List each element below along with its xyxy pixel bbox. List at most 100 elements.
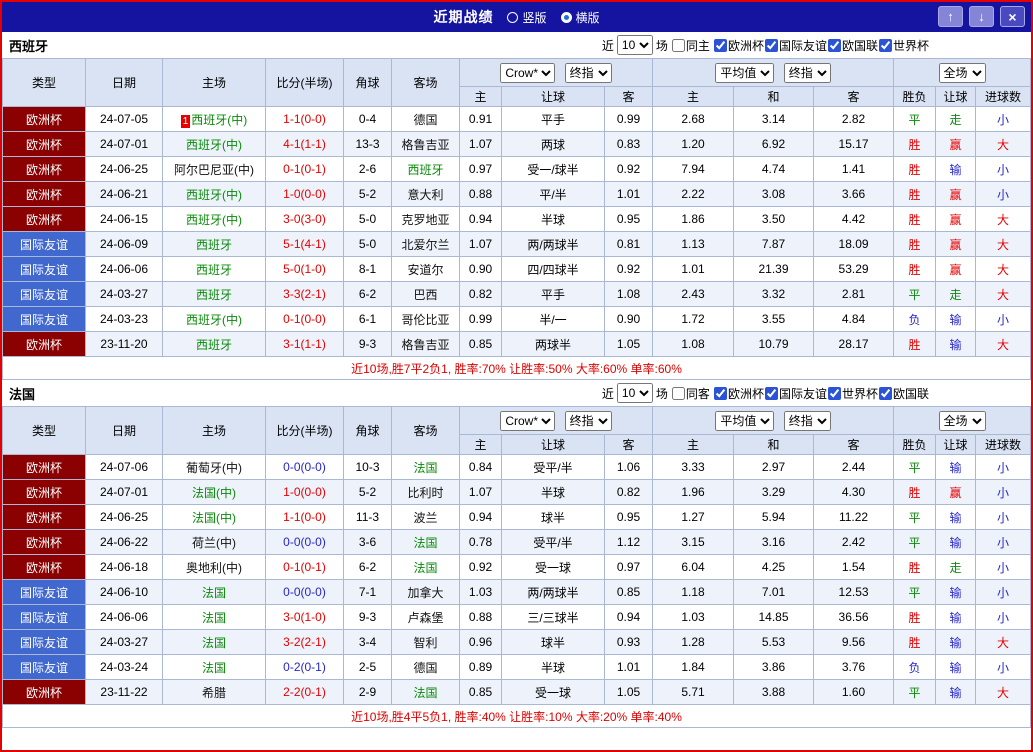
result-handicap: 走 [935, 106, 977, 132]
asia-company-select[interactable]: Crow* [500, 410, 556, 431]
same-venue-input[interactable] [671, 38, 685, 52]
competition-checkbox-input[interactable] [713, 38, 727, 52]
team-section-spain: 西班牙 近 10 场 同主 欧洲杯 国际友谊 欧国联 世界杯 类型 日期 主场 … [2, 32, 1031, 380]
scope-select[interactable]: 全场 [938, 410, 986, 431]
competition-checkbox-input[interactable] [713, 386, 727, 400]
home-team[interactable]: 奥地利(中) [162, 554, 266, 580]
euro-time-select[interactable]: 终指 [783, 62, 831, 83]
asia-home-odds: 0.88 [459, 604, 502, 630]
away-team[interactable]: 智利 [391, 629, 460, 655]
away-team[interactable]: 波兰 [391, 504, 460, 530]
home-team[interactable]: 西班牙 [162, 231, 266, 257]
away-team[interactable]: 意大利 [391, 181, 460, 207]
match-type: 欧洲杯 [2, 331, 86, 357]
match-count-select[interactable]: 10 [616, 383, 653, 403]
home-team[interactable]: 法国(中) [162, 479, 266, 505]
close-button[interactable]: × [1000, 6, 1025, 27]
away-team[interactable]: 格鲁吉亚 [391, 331, 460, 357]
euro-draw-odds: 3.88 [733, 679, 815, 705]
competition-checkbox-input[interactable] [827, 386, 841, 400]
home-team[interactable]: 西班牙(中) [162, 206, 266, 232]
away-team[interactable]: 德国 [391, 106, 460, 132]
away-team[interactable]: 法国 [391, 454, 460, 480]
competition-checkbox[interactable]: 国际友谊 [764, 385, 827, 402]
match-type: 欧洲杯 [2, 106, 86, 132]
euro-time-select[interactable]: 终指 [783, 410, 831, 431]
away-team[interactable]: 德国 [391, 654, 460, 680]
competition-checkbox[interactable]: 欧洲杯 [713, 37, 764, 54]
layout-radio-vertical[interactable]: 竖版 [507, 9, 547, 26]
competition-checkbox[interactable]: 欧国联 [878, 385, 929, 402]
home-team[interactable]: 阿尔巴尼亚(中) [162, 156, 266, 182]
filter-bar: 近 10 场 同客 欧洲杯 国际友谊 世界杯 欧国联 [602, 383, 929, 403]
same-venue-input[interactable] [671, 386, 685, 400]
competition-checkbox-input[interactable] [878, 38, 892, 52]
competition-checkbox[interactable]: 世界杯 [878, 37, 929, 54]
home-team[interactable]: 西班牙 [162, 281, 266, 307]
competition-checkbox-input[interactable] [827, 38, 841, 52]
home-team[interactable]: 西班牙(中) [162, 131, 266, 157]
down-arrow-button[interactable]: ↓ [969, 6, 994, 27]
result-goals: 小 [975, 579, 1031, 605]
away-team[interactable]: 法国 [391, 529, 460, 555]
home-team[interactable]: 西班牙 [162, 331, 266, 357]
euro-company-select[interactable]: 平均值 [715, 410, 775, 431]
asia-time-select[interactable]: 终指 [564, 62, 612, 83]
home-team[interactable]: 法国 [162, 654, 266, 680]
home-team[interactable]: 西班牙(中) [162, 306, 266, 332]
corners: 3-4 [343, 629, 392, 655]
same-venue-checkbox[interactable]: 同客 [671, 385, 710, 402]
away-team[interactable]: 北爱尔兰 [391, 231, 460, 257]
corners: 6-1 [343, 306, 392, 332]
match-type: 欧洲杯 [2, 529, 86, 555]
home-team[interactable]: 希腊 [162, 679, 266, 705]
competition-checkbox-input[interactable] [878, 386, 892, 400]
away-team[interactable]: 比利时 [391, 479, 460, 505]
corners: 5-0 [343, 231, 392, 257]
match-type: 国际友谊 [2, 629, 86, 655]
same-venue-checkbox[interactable]: 同主 [671, 37, 710, 54]
competition-checkbox-input[interactable] [764, 38, 778, 52]
home-team[interactable]: 西班牙 [162, 256, 266, 282]
away-team[interactable]: 克罗地亚 [391, 206, 460, 232]
scope-select[interactable]: 全场 [938, 62, 986, 83]
asia-handicap: 四/四球半 [501, 256, 605, 282]
euro-company-select[interactable]: 平均值 [715, 62, 775, 83]
home-team[interactable]: 法国 [162, 629, 266, 655]
asia-home-odds: 1.07 [459, 479, 502, 505]
layout-radio-horizontal[interactable]: 横版 [560, 9, 600, 26]
competition-checkbox[interactable]: 国际友谊 [764, 37, 827, 54]
away-team[interactable]: 法国 [391, 679, 460, 705]
match-count-select[interactable]: 10 [616, 35, 653, 55]
competition-checkbox[interactable]: 欧洲杯 [713, 385, 764, 402]
result-handicap: 输 [935, 454, 977, 480]
asia-handicap: 两球 [501, 131, 605, 157]
home-team[interactable]: 1 西班牙(中) [162, 106, 266, 132]
home-team[interactable]: 法国 [162, 579, 266, 605]
euro-home-odds: 1.03 [652, 604, 735, 630]
home-team[interactable]: 葡萄牙(中) [162, 454, 266, 480]
away-team[interactable]: 格鲁吉亚 [391, 131, 460, 157]
away-team[interactable]: 哥伦比亚 [391, 306, 460, 332]
away-team[interactable]: 卢森堡 [391, 604, 460, 630]
result-goals: 大 [975, 679, 1031, 705]
away-team[interactable]: 巴西 [391, 281, 460, 307]
up-arrow-button[interactable]: ↑ [938, 6, 963, 27]
away-team[interactable]: 西班牙 [391, 156, 460, 182]
competition-checkbox[interactable]: 欧国联 [827, 37, 878, 54]
home-team[interactable]: 法国 [162, 604, 266, 630]
competition-checkbox-input[interactable] [764, 386, 778, 400]
away-team[interactable]: 安道尔 [391, 256, 460, 282]
asia-company-select[interactable]: Crow* [500, 62, 556, 83]
competition-checkbox[interactable]: 世界杯 [827, 385, 878, 402]
away-team[interactable]: 法国 [391, 554, 460, 580]
euro-draw-odds: 14.85 [733, 604, 815, 630]
home-team[interactable]: 西班牙(中) [162, 181, 266, 207]
home-team[interactable]: 法国(中) [162, 504, 266, 530]
asia-home-odds: 0.91 [459, 106, 502, 132]
col-away-header: 客场 [391, 58, 460, 107]
away-team[interactable]: 加拿大 [391, 579, 460, 605]
home-team[interactable]: 荷兰(中) [162, 529, 266, 555]
euro-away-header: 客 [813, 434, 895, 455]
asia-time-select[interactable]: 终指 [564, 410, 612, 431]
